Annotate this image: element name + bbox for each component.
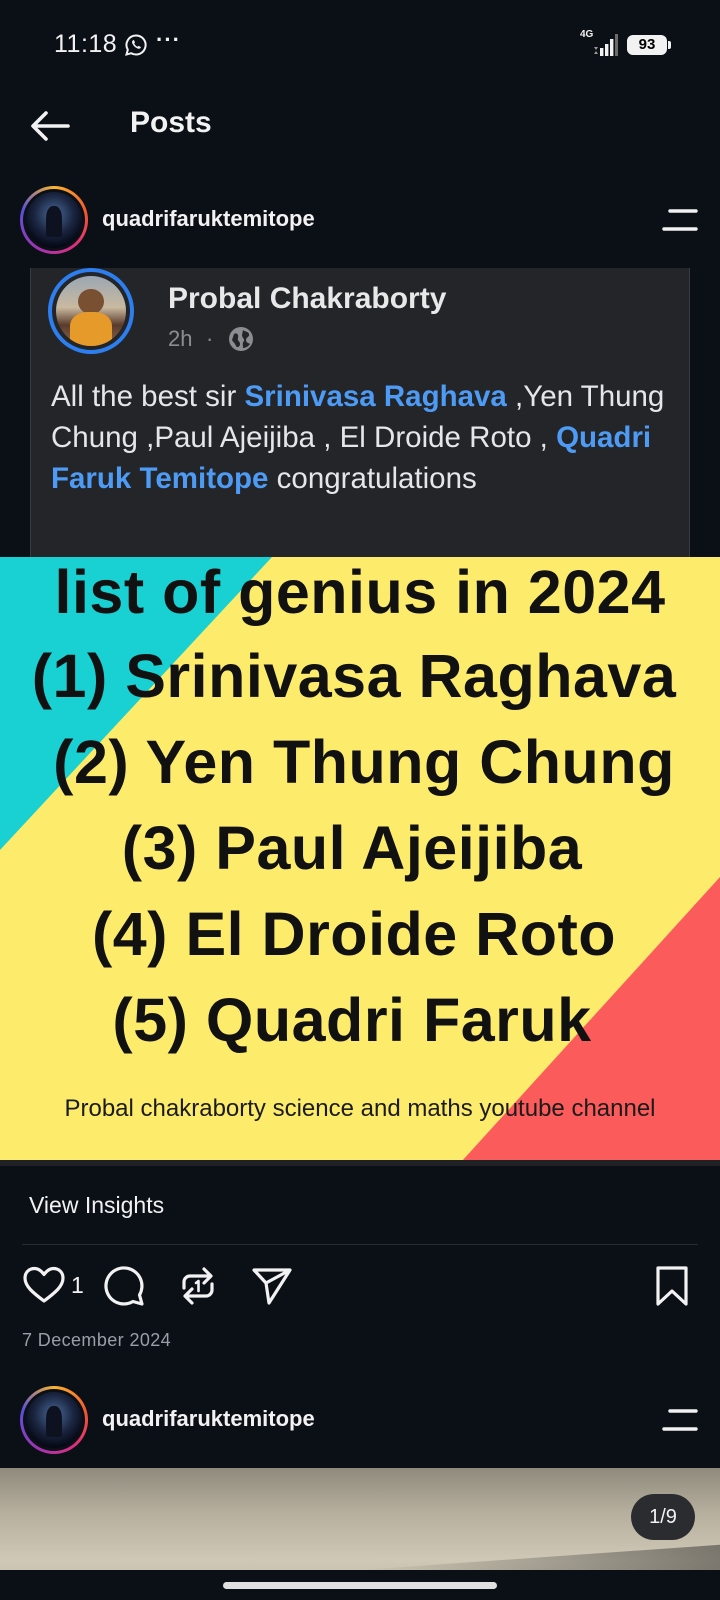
repost-icon[interactable] — [176, 1264, 220, 1308]
time-separator: · — [206, 326, 214, 351]
shared-post-time: 2h — [168, 326, 193, 351]
post-header: quadrifaruktemitope — [0, 1380, 720, 1460]
signal-icon — [594, 34, 618, 56]
top-app-bar — [0, 90, 720, 180]
mention-link[interactable]: Srinivasa Raghava — [244, 380, 506, 413]
comment-icon[interactable] — [102, 1264, 146, 1308]
shared-post-text: All the best sir Srinivasa Raghava ,Yen … — [51, 380, 665, 495]
status-more-dots: ··· — [156, 27, 181, 52]
image-title: list of genius in 2024 — [54, 558, 666, 626]
image-list-item: (5) Quadri Faruk — [112, 986, 592, 1054]
image-list-item: (2) Yen Thung Chung — [53, 728, 675, 796]
image-footer-caption: Probal chakraborty science and maths you… — [64, 1095, 656, 1122]
shared-author-avatar — [48, 268, 134, 354]
avatar[interactable] — [20, 1386, 88, 1454]
page-title: Posts — [130, 106, 212, 139]
carousel-page-indicator: 1/9 — [631, 1494, 695, 1540]
post-header: quadrifaruktemitope — [0, 180, 720, 260]
shared-author-name: Probal Chakraborty — [168, 282, 447, 315]
image-list-item: (4) El Droide Roto — [91, 900, 617, 968]
post-image[interactable]: list of genius in 2024 (1) Srinivasa Rag… — [0, 557, 720, 1161]
status-time: 11:18 — [54, 30, 118, 58]
whatsapp-icon — [125, 34, 147, 56]
view-insights-link[interactable]: View Insights — [29, 1192, 164, 1219]
image-list-item: (1) Srinivasa Raghava — [31, 642, 677, 710]
globe-icon — [229, 327, 253, 351]
post-username[interactable]: quadrifaruktemitope — [102, 206, 315, 232]
battery-indicator: 93 — [627, 35, 671, 55]
more-options-icon[interactable] — [662, 1409, 698, 1431]
bookmark-icon[interactable] — [654, 1264, 690, 1308]
send-icon[interactable] — [250, 1264, 294, 1308]
back-arrow-icon[interactable] — [28, 108, 72, 144]
image-bottom-edge — [0, 1160, 720, 1166]
avatar[interactable] — [20, 186, 88, 254]
more-options-icon[interactable] — [662, 209, 698, 231]
post-username[interactable]: quadrifaruktemitope — [102, 1406, 315, 1432]
like-count[interactable]: 1 — [71, 1272, 84, 1299]
image-list-item: (3) Paul Ajeijiba — [121, 814, 583, 882]
home-indicator[interactable] — [223, 1582, 497, 1589]
status-bar: 11:18 ··· 4G 93 — [0, 0, 720, 90]
divider — [22, 1244, 698, 1245]
heart-icon[interactable] — [22, 1264, 66, 1308]
post-date: 7 December 2024 — [22, 1330, 172, 1350]
